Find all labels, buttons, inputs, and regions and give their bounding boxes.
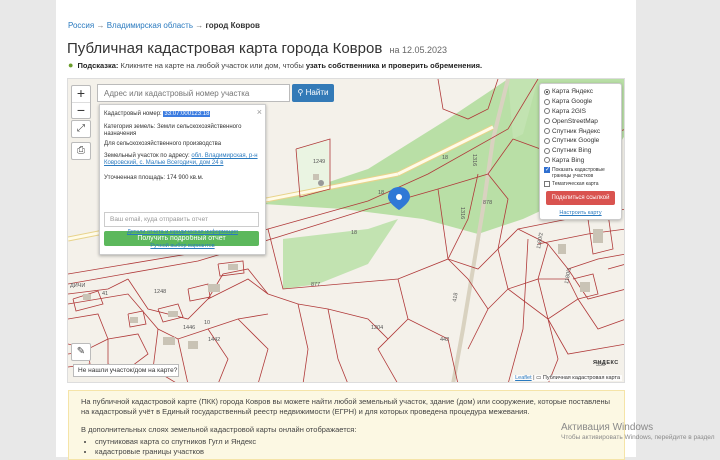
hint-line: ● Подсказка: Кликните на карте на любой … <box>68 60 483 70</box>
parcel-label: 18 <box>378 190 384 196</box>
info-list: спутниковая карта со спутников Гугл и Ян… <box>81 437 612 457</box>
parcel-label: 878 <box>483 200 492 206</box>
leaflet-link[interactable]: Leaflet <box>515 375 532 381</box>
windows-activation-watermark: Активация Windows Чтобы активировать Win… <box>561 422 715 441</box>
radio-icon <box>544 108 550 115</box>
manual-choice-link[interactable]: Ручной выбор вариантов <box>150 243 214 249</box>
radio-icon <box>544 128 550 135</box>
layer-option-bing-map[interactable]: Карта Bing <box>544 156 617 166</box>
layer-option-google-map[interactable]: Карта Google <box>544 97 617 107</box>
parcel-label: 1180/1 <box>564 267 573 284</box>
parcel-label: 1316 <box>471 154 477 166</box>
radio-icon <box>544 157 550 164</box>
layer-option-2gis[interactable]: Карта 2GIS <box>544 107 617 117</box>
radio-icon <box>544 147 550 154</box>
layer-option-yandex-satellite[interactable]: Спутник Яндекс <box>544 126 617 136</box>
address-row: Земельный участок по адресу: обл. Владим… <box>104 153 258 166</box>
parcel-label: 418 <box>452 292 460 302</box>
info-box: На публичной кадастровой карте (ПКК) гор… <box>68 390 625 460</box>
search-input[interactable] <box>97 84 290 102</box>
setup-map-link[interactable]: Настроить карту <box>559 210 601 216</box>
not-found-button[interactable]: Не нашли участок/дом на карте? <box>73 364 179 377</box>
thematic-checkbox[interactable]: Тематическая карта <box>544 181 617 188</box>
land-usage: Для сельскохозяйственного производства <box>104 141 222 147</box>
parcel-label: 442 <box>440 337 449 343</box>
parcel-label: ДИЧИ <box>70 283 85 289</box>
radio-icon <box>544 118 550 125</box>
breadcrumb-current: город Ковров <box>205 21 260 30</box>
manual-link-wrap: Ручной выбор вариантов <box>99 243 266 249</box>
email-field[interactable]: Ваш email, куда отправить отчет <box>104 212 259 227</box>
checkbox-icon <box>544 181 550 188</box>
info-paragraph: На публичной кадастровой карте (ПКК) гор… <box>81 397 611 416</box>
share-link-button[interactable]: Поделиться ссылкой <box>546 191 615 206</box>
parcel-label: 1442 <box>208 337 220 343</box>
map-attribution: Leaflet | ▭ Публичная кадастровая карта <box>513 375 622 381</box>
details-link[interactable]: Детали отчета и юридическая информация <box>127 229 238 235</box>
zoom-in-button[interactable]: + <box>72 86 90 102</box>
list-item: спутниковая карта со спутников Гугл и Ян… <box>95 437 612 447</box>
page-title: Публичная кадастровая карта города Ковро… <box>67 40 448 57</box>
area-row: Уточненная площадь: 174 900 кв.м. <box>104 175 204 181</box>
details-link-wrap: Детали отчета и юридическая информация <box>99 229 266 235</box>
parcel-label: 1180/2 <box>536 232 545 249</box>
expand-icon: ⤢ <box>77 123 85 134</box>
location-pin-icon <box>318 180 324 186</box>
radio-icon <box>544 137 550 144</box>
list-item: кадастровые границы участков <box>95 447 612 457</box>
breadcrumb: Россия → Владимирская область → город Ко… <box>68 21 260 30</box>
land-category-row: Категория земель: Земли сельскохозяйстве… <box>104 124 242 137</box>
parcel-label: 41 <box>102 291 108 297</box>
parcel-label: 18 <box>351 230 357 236</box>
layer-option-yandex-map[interactable]: Карта Яндекс <box>544 87 617 97</box>
find-button[interactable]: ⚲ Найти <box>292 84 334 102</box>
parcel-label: 18 <box>442 155 448 161</box>
search-icon: ⚲ <box>297 88 304 97</box>
cadastral-number[interactable]: 33:07:000123:18 <box>163 111 211 117</box>
breadcrumb-region[interactable]: Владимирская область <box>107 21 193 30</box>
layer-option-bing-satellite[interactable]: Спутник Bing <box>544 146 617 156</box>
yandex-logo: ЯНДЕКС <box>593 360 619 366</box>
parcel-label: 1204 <box>371 325 383 331</box>
cadastral-number-row: Кадастровый номер: 33:07:000123:18 <box>104 111 211 117</box>
cadastral-map[interactable]: 18 18 1316 1249 878 1316 877 1204 442 14… <box>67 78 625 383</box>
parcel-label: 1248 <box>154 289 166 295</box>
boundaries-checkbox[interactable]: ✓ Показать кадастровые границы участков <box>544 167 617 179</box>
parcel-label: 1446 <box>183 325 195 331</box>
breadcrumb-russia[interactable]: Россия <box>68 21 94 30</box>
printer-icon: ⎙ <box>77 145 85 156</box>
layers-panel: Карта Яндекс Карта Google Карта 2GIS Ope… <box>539 83 622 220</box>
info-paragraph: В дополнительных слоях земельной кадастр… <box>81 425 357 434</box>
zoom-out-button[interactable]: − <box>72 102 90 118</box>
checkmark-icon: ✓ <box>544 167 551 174</box>
parcel-label: 1249 <box>313 159 325 165</box>
fullscreen-button[interactable]: ⤢ <box>71 120 91 138</box>
zoom-control: + − <box>71 85 91 119</box>
parcel-label: 1316 <box>459 207 465 219</box>
radio-icon <box>544 88 550 95</box>
layer-option-osm[interactable]: OpenStreetMap <box>544 116 617 126</box>
flag-icon: ▭ <box>536 375 542 381</box>
print-button[interactable]: ⎙ <box>71 142 91 160</box>
measure-button[interactable]: ✎ <box>71 343 91 361</box>
layer-option-google-satellite[interactable]: Спутник Google <box>544 136 617 146</box>
title-date: на 12.05.2023 <box>389 45 448 55</box>
ruler-icon: ✎ <box>76 346 86 357</box>
parcel-label: 877 <box>311 282 320 288</box>
map-pin-icon: ● <box>68 60 74 70</box>
parcel-label: 10 <box>204 320 210 326</box>
radio-icon <box>544 98 550 105</box>
